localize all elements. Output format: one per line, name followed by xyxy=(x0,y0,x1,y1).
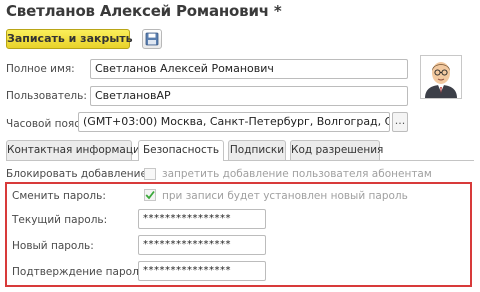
block-add-checkbox-label: запретить добавление пользователя абонен… xyxy=(162,168,432,180)
save-button[interactable] xyxy=(142,29,162,49)
user-label: Пользователь: xyxy=(6,90,87,102)
tab-permission-code[interactable]: Код разрешения xyxy=(290,140,383,160)
user-field[interactable]: СветлановАР xyxy=(90,86,408,106)
change-password-label: Сменить пароль: xyxy=(12,190,106,202)
block-add-label: Блокировать добавление: xyxy=(6,168,151,180)
new-password-field[interactable]: **************** xyxy=(138,235,266,255)
tab-subscriptions[interactable]: Подписки xyxy=(228,140,286,160)
block-add-checkbox[interactable] xyxy=(144,168,156,180)
avatar[interactable] xyxy=(420,55,462,99)
floppy-disk-icon xyxy=(145,32,159,46)
confirm-password-label: Подтверждение пароля: xyxy=(12,266,149,278)
current-password-label: Текущий пароль: xyxy=(12,214,108,226)
new-password-label: Новый пароль: xyxy=(12,240,94,252)
timezone-label: Часовой пояс: xyxy=(6,118,84,130)
change-password-checkbox[interactable] xyxy=(144,189,156,201)
timezone-select[interactable]: (GMT+03:00) Москва, Санкт-Петербург, Вол… xyxy=(78,112,390,132)
full-name-field[interactable]: Светланов Алексей Романович xyxy=(90,59,408,79)
checkbox-empty-icon xyxy=(144,168,156,180)
window-title: Светланов Алексей Романович * xyxy=(6,2,282,20)
tab-contact-info[interactable]: Контактная информация xyxy=(6,140,146,160)
change-password-checkbox-label: при записи будет установлен новый пароль xyxy=(162,190,408,202)
save-and-close-button[interactable]: Записать и закрыть xyxy=(6,29,133,49)
timezone-choose-button[interactable]: ... xyxy=(392,112,408,132)
confirm-password-field[interactable]: **************** xyxy=(138,261,266,281)
tab-divider xyxy=(6,160,474,161)
tab-security[interactable]: Безопасность xyxy=(138,140,224,161)
person-avatar-icon xyxy=(425,62,457,98)
checkmark-icon xyxy=(144,189,156,201)
full-name-label: Полное имя: xyxy=(6,63,75,75)
current-password-field[interactable]: **************** xyxy=(138,209,266,229)
